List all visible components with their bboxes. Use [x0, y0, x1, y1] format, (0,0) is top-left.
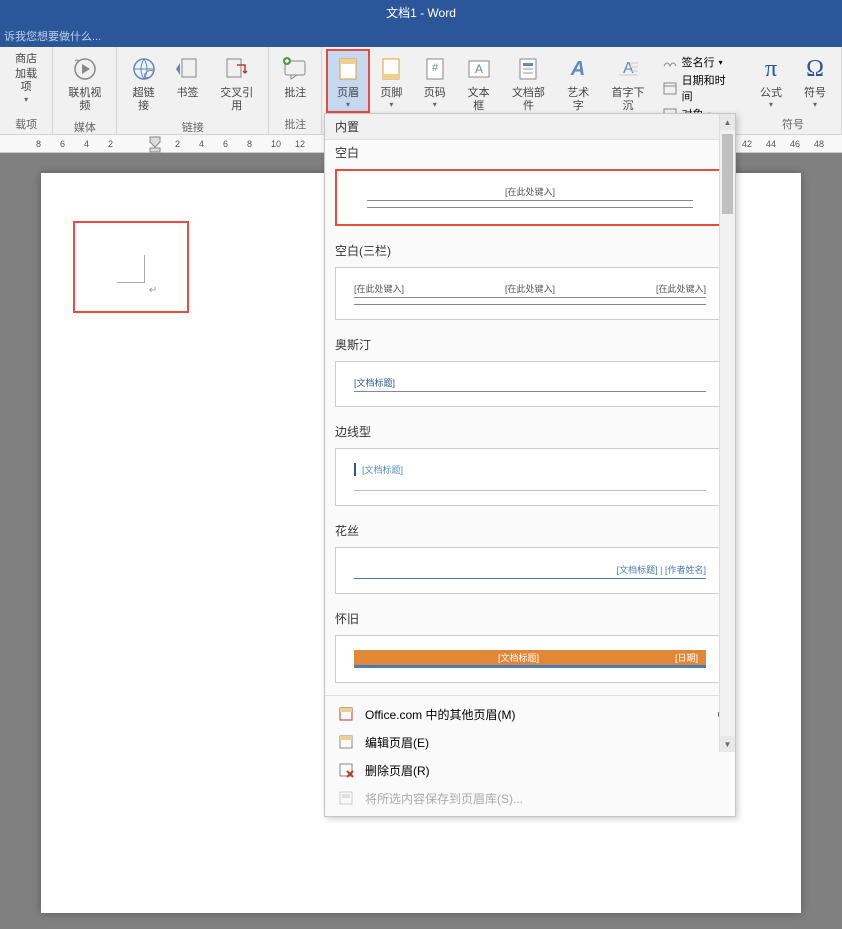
comments-group: 批注 批注 [269, 47, 322, 134]
gallery-item-blank3col[interactable]: [在此处键入] [在此处键入] [在此处键入] [335, 267, 725, 320]
menu-edit-header[interactable]: 编辑页眉(E) [325, 728, 735, 756]
header-button[interactable]: 页眉 ▾ [326, 49, 369, 113]
gallery-label-filigree: 花丝 [325, 518, 735, 543]
store-button[interactable]: 商店 加载项 ▾ [4, 49, 48, 108]
addins-group: 商店 加载项 ▾ 载项 [0, 47, 53, 134]
paragraph-mark-icon: ↵ [149, 285, 157, 296]
text-box-icon: A [463, 53, 495, 85]
header-icon [332, 53, 364, 85]
svg-text:A: A [570, 58, 585, 80]
symbols-group: π 公式 ▾ Ω 符号 ▾ 符号 [745, 47, 842, 134]
app-title: 文档1 - Word [386, 4, 456, 21]
date-time-icon [662, 80, 678, 96]
document-parts-icon [512, 53, 544, 85]
svg-text:#: # [432, 62, 439, 74]
dropdown-arrow-icon: ▾ [769, 100, 773, 109]
gallery-item-blank[interactable]: [在此处键入] [335, 169, 725, 226]
margin-corner-icon [117, 255, 145, 283]
date-time-button[interactable]: 日期和时间 [658, 71, 739, 105]
scroll-up-icon[interactable]: ▲ [720, 114, 735, 130]
video-icon [69, 53, 101, 85]
title-bar: 文档1 - Word [0, 0, 842, 25]
dropdown-arrow-icon: ▾ [346, 100, 350, 109]
save-gallery-icon [337, 789, 355, 807]
hyperlink-icon [128, 53, 160, 85]
dropdown-arrow-icon: ▾ [813, 100, 817, 109]
gallery-item-filigree[interactable]: [文档标题] | [作者姓名] [335, 547, 725, 594]
bookmark-icon [172, 53, 204, 85]
dropdown-arrow-icon: ▾ [433, 100, 437, 109]
dropdown-arrow-icon: ▾ [389, 100, 393, 109]
bookmark-button[interactable]: 书签 [166, 49, 209, 104]
media-group: 联机视频 媒体 [53, 47, 117, 134]
gallery-label-blank3col: 空白(三栏) [325, 238, 735, 263]
signature-line-button[interactable]: 签名行 ▾ [658, 53, 739, 71]
dropdown-arrow-icon: ▾ [24, 95, 28, 104]
gallery-label-nostalgia: 怀旧 [325, 606, 735, 631]
indent-marker-icon[interactable] [148, 135, 162, 153]
header-gallery-dropdown: 内置 空白 [在此处键入] 空白(三栏) [在此处键入] [在此处键入] [在此… [324, 113, 736, 817]
symbol-icon: Ω [799, 53, 831, 85]
gallery-section-builtin: 内置 [325, 114, 735, 140]
online-video-button[interactable]: 联机视频 [57, 49, 112, 117]
remove-header-icon [337, 761, 355, 779]
svg-text:A: A [475, 62, 483, 76]
gallery-scrollbar[interactable]: ▲ ▼ [719, 114, 735, 752]
office-icon [337, 705, 355, 723]
menu-save-gallery: 将所选内容保存到页眉库(S)... [325, 784, 735, 812]
comment-icon [279, 53, 311, 85]
tell-me-bar[interactable]: 诉我您想要做什么... [0, 25, 842, 47]
gallery-label-border: 边线型 [325, 419, 735, 444]
equation-button[interactable]: π 公式 ▾ [749, 49, 793, 113]
comment-button[interactable]: 批注 [273, 49, 317, 104]
gallery-item-nostalgia[interactable]: [文档标题] [日期] [335, 635, 725, 683]
gallery-item-border[interactable]: [文档标题] [335, 448, 725, 506]
cross-reference-button[interactable]: 交叉引用 [209, 49, 264, 117]
gallery-label-austin: 奥斯汀 [325, 332, 735, 357]
links-group: 超链接 书签 交叉引用 链接 [117, 47, 269, 134]
footer-icon [375, 53, 407, 85]
drop-cap-icon: A [612, 53, 644, 85]
equation-icon: π [755, 53, 787, 85]
menu-more-office[interactable]: Office.com 中的其他页眉(M) ▸ [325, 700, 735, 728]
page-number-icon: # [419, 53, 451, 85]
page-number-button[interactable]: # 页码 ▾ [413, 49, 456, 113]
menu-remove-header[interactable]: 删除页眉(R) [325, 756, 735, 784]
symbol-button[interactable]: Ω 符号 ▾ [793, 49, 837, 113]
gallery-item-austin[interactable]: [文档标题] [335, 361, 725, 407]
hyperlink-button[interactable]: 超链接 [121, 49, 165, 117]
signature-icon [662, 54, 678, 70]
footer-button[interactable]: 页脚 ▾ [370, 49, 413, 113]
edit-header-icon [337, 733, 355, 751]
scroll-down-icon[interactable]: ▼ [720, 736, 735, 752]
word-art-icon: A [562, 53, 594, 85]
scrollbar-thumb[interactable] [722, 134, 733, 214]
gallery-menu: Office.com 中的其他页眉(M) ▸ 编辑页眉(E) 删除页眉(R) 将… [325, 695, 735, 816]
cross-reference-icon [221, 53, 253, 85]
tell-me-text: 诉我您想要做什么... [4, 28, 101, 44]
gallery-label-blank: 空白 [325, 140, 735, 165]
